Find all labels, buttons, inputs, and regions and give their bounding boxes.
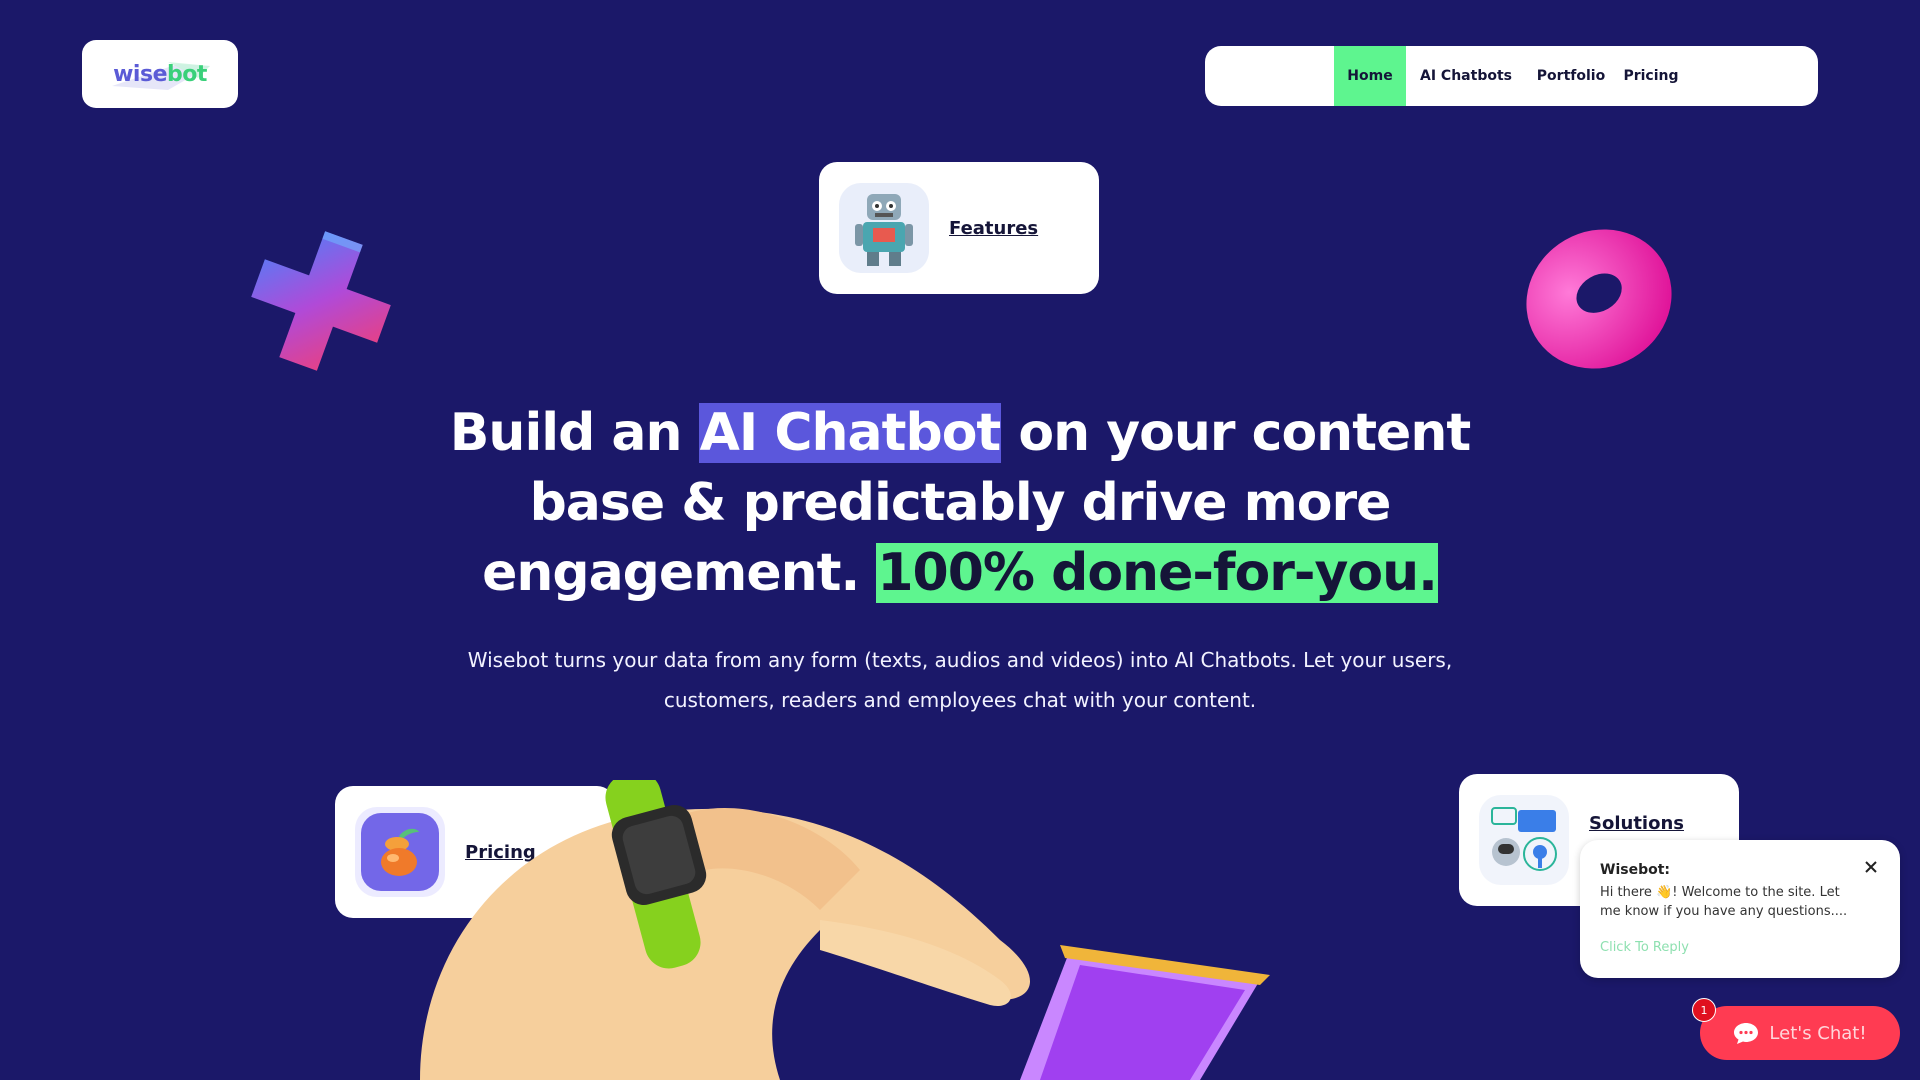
ring-shape-icon (1526, 229, 1672, 369)
chat-message: Hi there 👋! Welcome to the site. Let me … (1600, 885, 1848, 919)
ideas-icon (1479, 795, 1569, 885)
highlight-done-for-you: 100% done-for-you. (876, 543, 1438, 603)
nav-item-ai-chatbots[interactable]: AI Chatbots (1414, 46, 1518, 106)
notification-badge: 1 (1692, 998, 1716, 1022)
nav-item-home[interactable]: Home (1334, 46, 1406, 106)
solutions-link[interactable]: Solutions (1589, 813, 1684, 834)
chat-bubble-icon (1734, 1023, 1759, 1044)
lets-chat-button[interactable]: Let's Chat! (1700, 1006, 1900, 1060)
robot-icon (839, 183, 929, 273)
hero-title: Build an AI Chatbot on your content base… (449, 403, 1471, 603)
logo-text: wisebot (113, 61, 207, 87)
nav-item-portfolio[interactable]: Portfolio (1528, 46, 1614, 106)
nav-item-pricing[interactable]: Pricing (1616, 46, 1686, 106)
hand-watch-illustration-icon (420, 780, 1270, 1080)
plus-shape-icon (251, 231, 391, 371)
features-link[interactable]: Features (949, 218, 1038, 239)
features-card[interactable]: Features (819, 162, 1099, 294)
chat-popup[interactable]: Wisebot: Hi there 👋! Welcome to the site… (1580, 840, 1900, 978)
highlight-ai-chatbot: AI Chatbot (698, 403, 1002, 463)
lets-chat-label: Let's Chat! (1769, 1022, 1867, 1044)
logo[interactable]: wisebot (82, 40, 238, 108)
chat-sender: Wisebot: (1600, 862, 1670, 878)
close-icon[interactable] (1860, 856, 1882, 878)
click-to-reply-link[interactable]: Click To Reply (1600, 940, 1689, 955)
hero-subtitle: Wisebot turns your data from any form (t… (467, 648, 1453, 712)
main-nav: Home AI Chatbots Portfolio Pricing (1205, 46, 1818, 106)
